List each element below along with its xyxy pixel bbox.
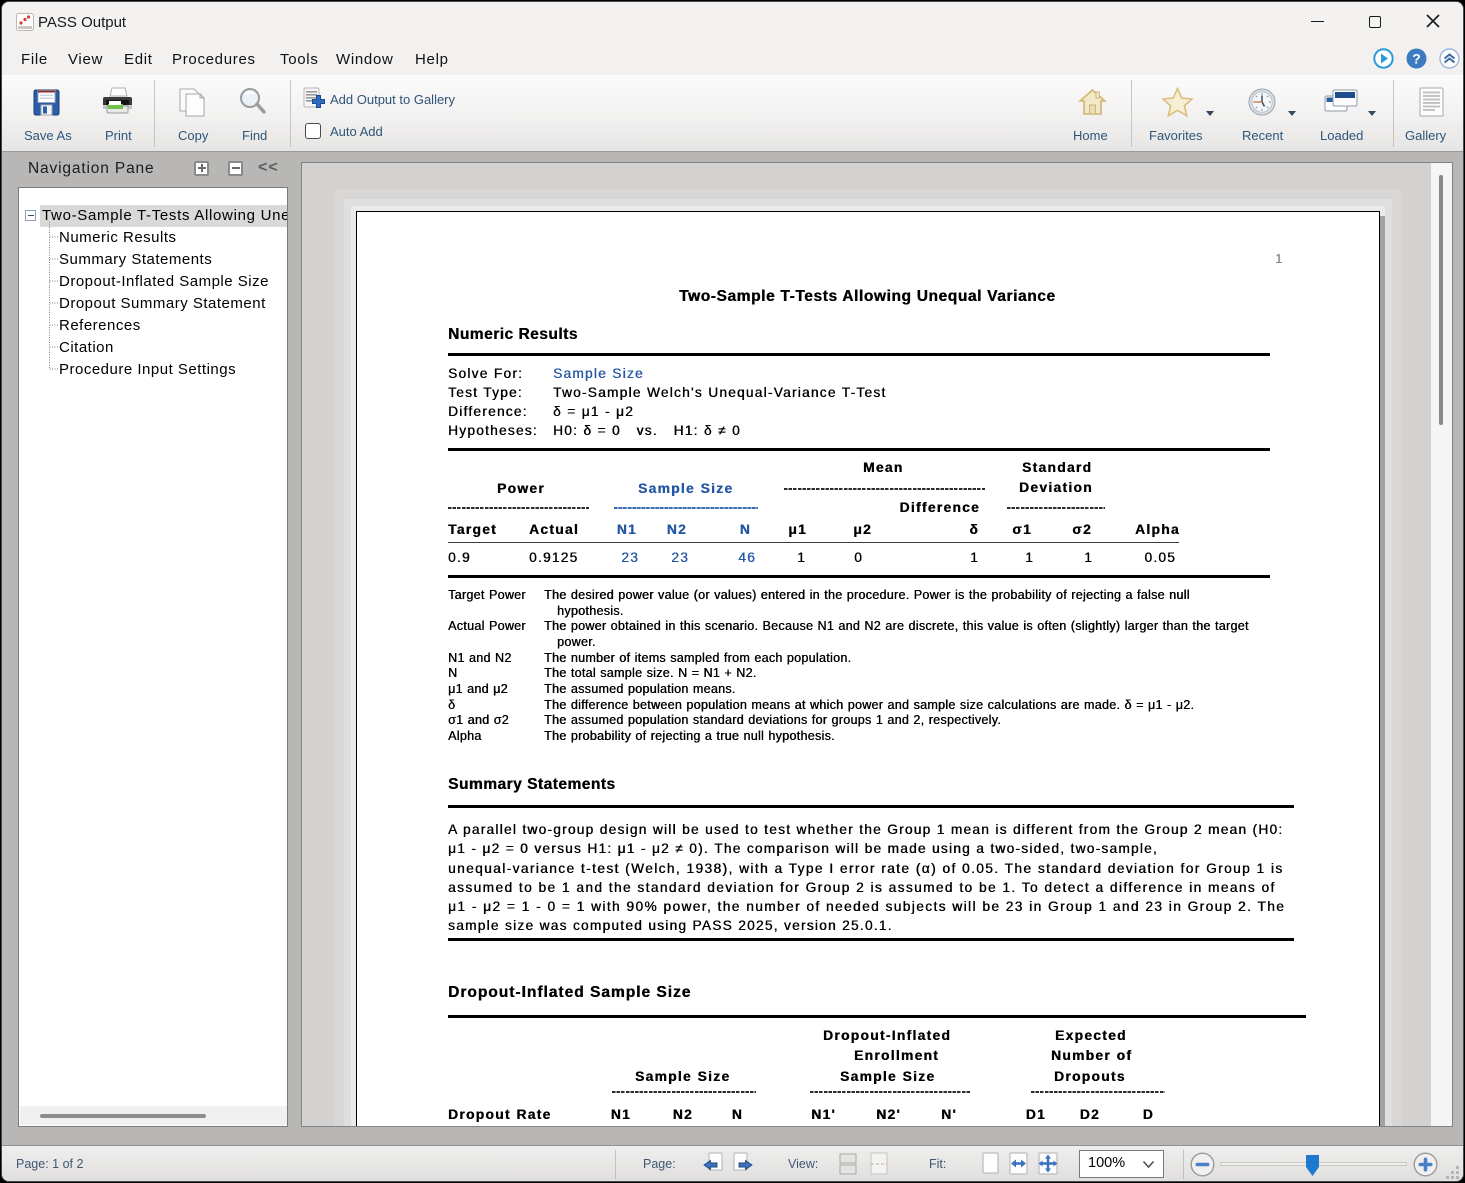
- svg-text:?: ?: [1412, 51, 1421, 67]
